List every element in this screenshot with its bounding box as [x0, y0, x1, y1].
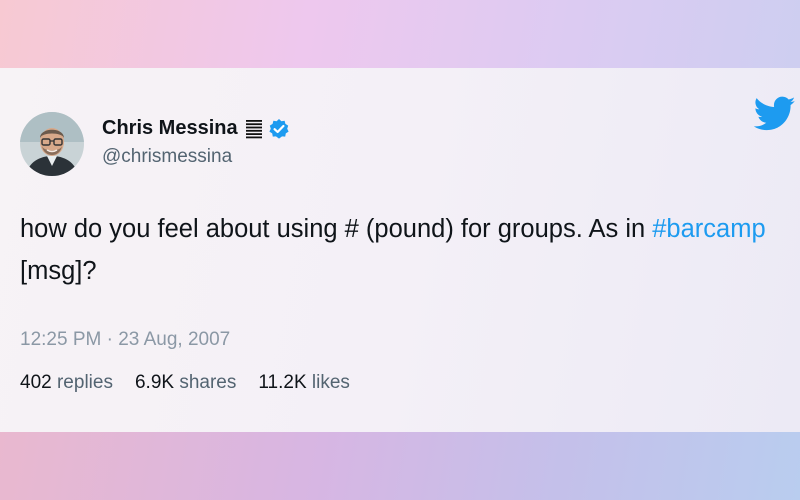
stat-label: replies	[56, 372, 113, 393]
tweet-timestamp[interactable]: 12:25 PM · 23 Aug, 2007	[20, 329, 230, 351]
author-handle[interactable]: @chrismessina	[102, 146, 232, 168]
tweet-text-after: [msg]?	[20, 257, 97, 285]
hashtag-lines-icon	[244, 119, 264, 139]
stat-label: likes	[311, 372, 350, 393]
hashtag-link[interactable]: #barcamp	[652, 215, 765, 243]
twitter-bird-icon[interactable]	[753, 96, 796, 132]
tweet-stats: 402 replies 6.9K shares 11.2K likes	[20, 372, 372, 394]
author-name[interactable]: Chris Messina	[102, 117, 238, 140]
stat-count: 6.9K	[134, 372, 175, 393]
stat-count: 11.2K	[258, 372, 307, 393]
stat-shares[interactable]: 6.9K shares	[135, 372, 236, 394]
avatar-image	[20, 112, 84, 176]
author-name-row: Chris Messina	[102, 117, 290, 140]
stat-replies[interactable]: 402 replies	[20, 372, 113, 394]
background-bottom-band	[0, 432, 800, 500]
avatar[interactable]	[20, 112, 84, 176]
tweet-text-before: how do you feel about using # (pound) fo…	[20, 215, 653, 243]
verified-badge-icon	[268, 118, 290, 140]
stat-label: shares	[179, 372, 237, 393]
stat-likes[interactable]: 11.2K likes	[258, 372, 350, 394]
tweet-text: how do you feel about using # (pound) fo…	[20, 208, 780, 292]
stat-count: 402	[20, 372, 52, 393]
